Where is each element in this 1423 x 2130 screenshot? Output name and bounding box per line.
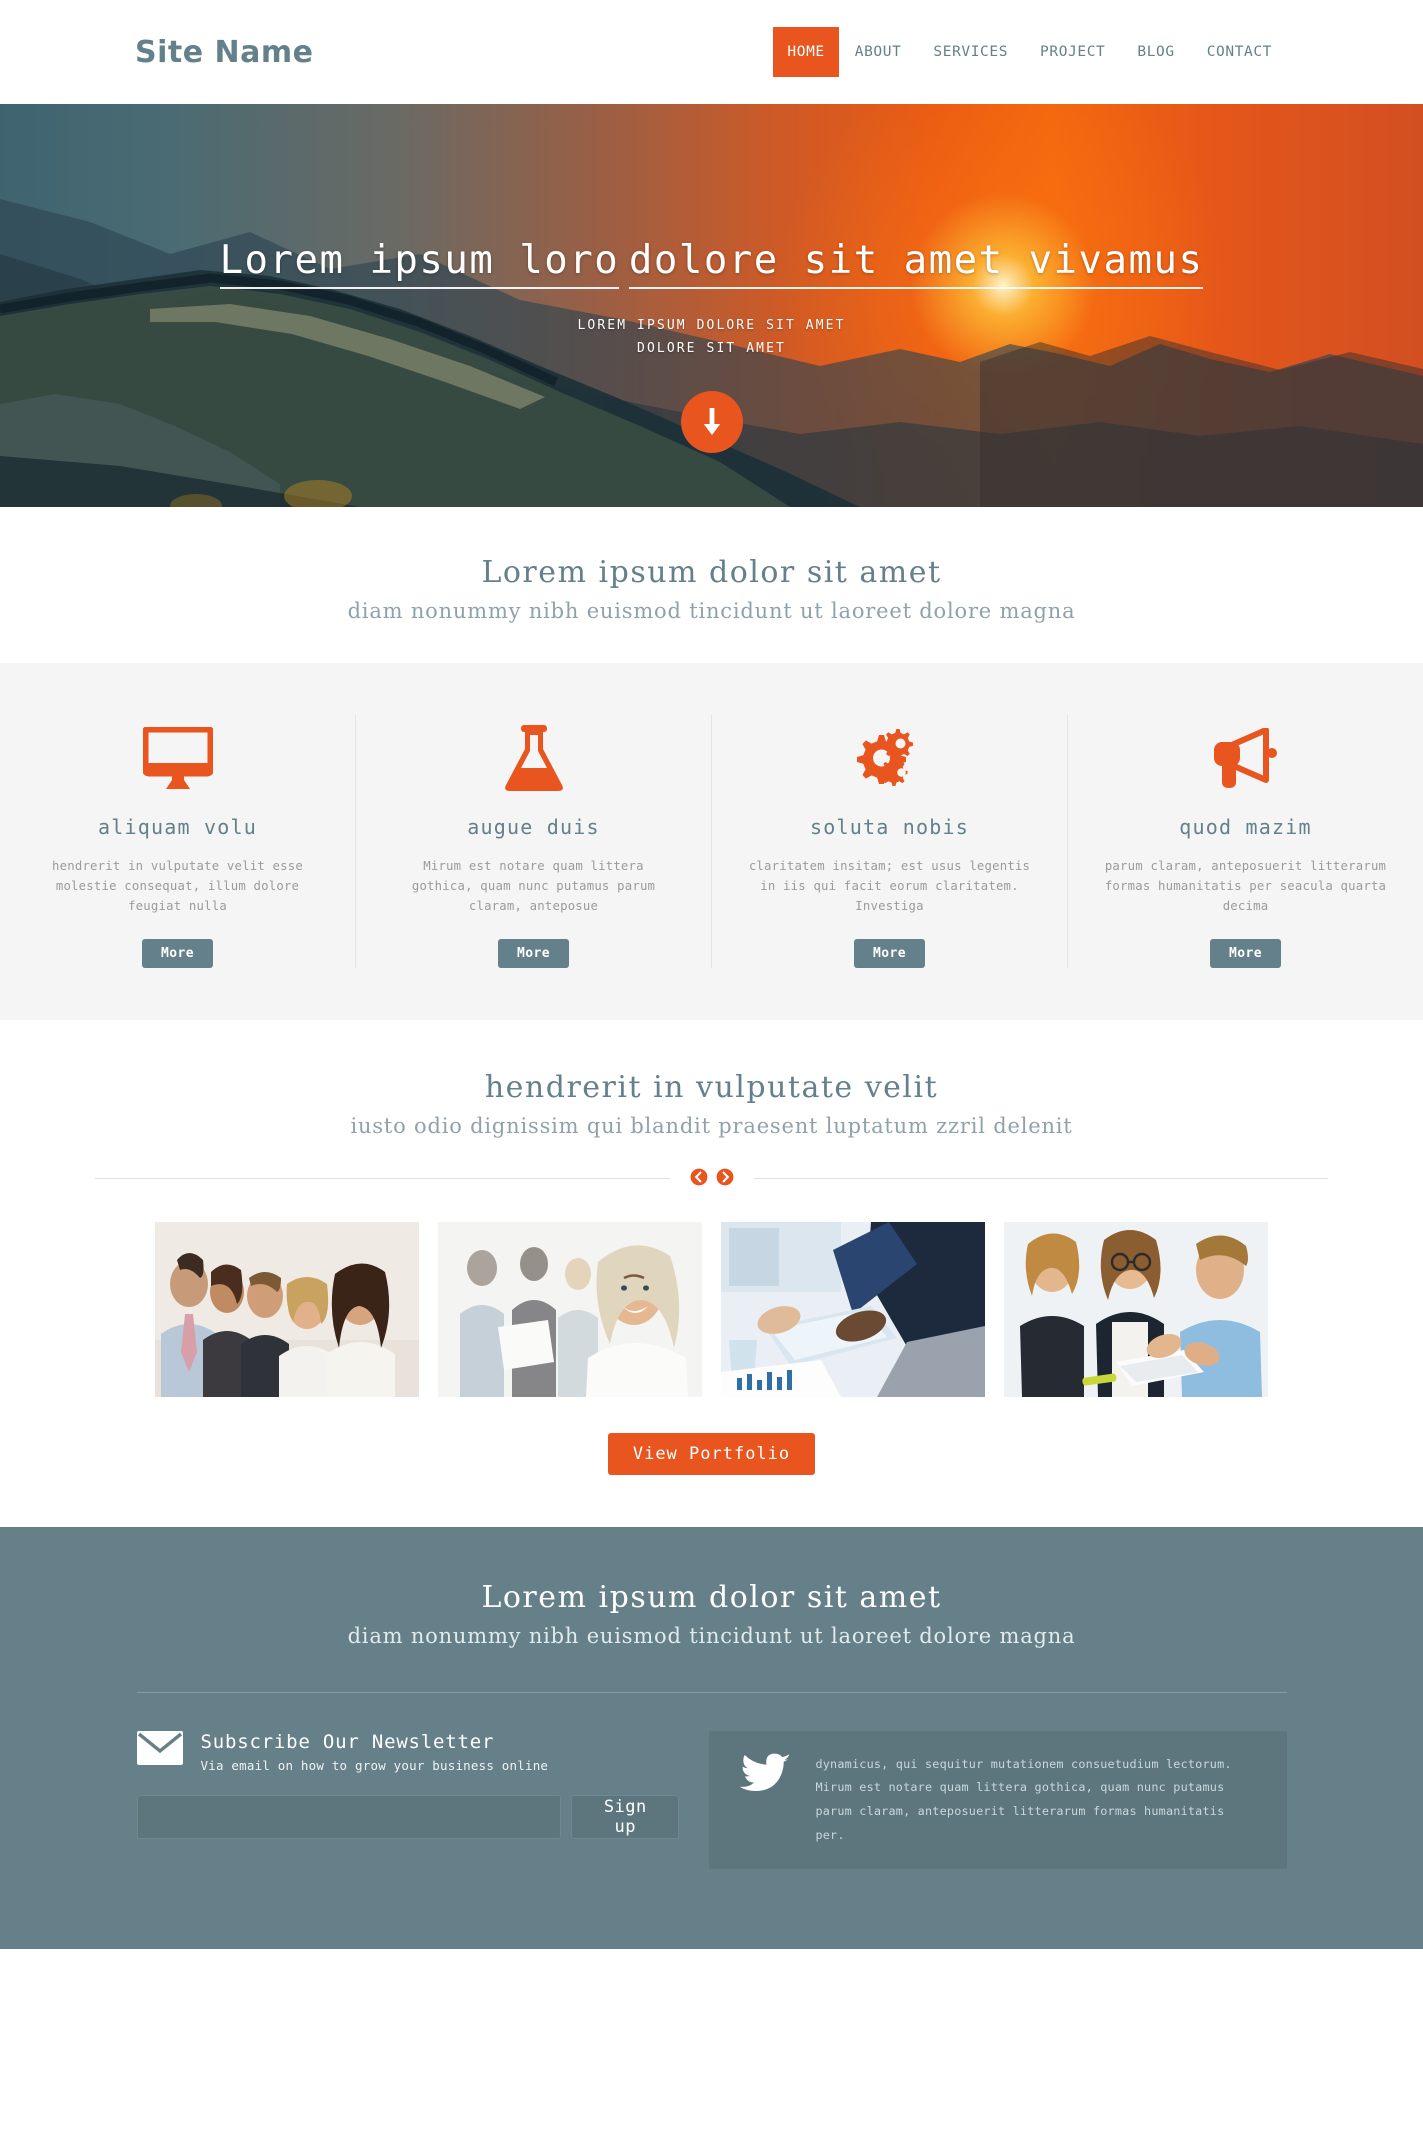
nav-item-project[interactable]: PROJECT — [1024, 36, 1121, 69]
nav-item-home[interactable]: HOME — [773, 26, 839, 78]
envelope-icon — [136, 1730, 183, 1765]
feature-more-button[interactable]: More — [142, 938, 213, 968]
flask-icon — [390, 715, 677, 801]
hero-title-line2: dolore sit amet vivamus — [628, 238, 1204, 290]
divider-left — [95, 1178, 670, 1180]
portfolio-thumb[interactable] — [155, 1221, 419, 1397]
feature-text: claritatem insitam; est usus legentis in… — [748, 859, 1031, 913]
site-footer: Lorem ipsum dolor sit amet diam nonummy … — [0, 1526, 1423, 1949]
scroll-down-button[interactable] — [680, 390, 743, 453]
feature-more-button[interactable]: More — [498, 938, 569, 968]
feature-text: Mirum est notare quam littera gothica, q… — [411, 859, 656, 913]
divider-right — [753, 1178, 1328, 1180]
feature-title: soluta nobis — [810, 815, 969, 839]
footer-title: Lorem ipsum dolor sit amet — [481, 1579, 942, 1615]
intro-section: Lorem ipsum dolor sit amet diam nonummy … — [0, 507, 1423, 663]
intro-subtitle: diam nonummy nibh euismod tincidunt ut l… — [347, 599, 1076, 623]
twitter-bird-icon[interactable] — [735, 1753, 792, 1799]
hero-subtitle-line1: LOREM IPSUM DOLORE SIT AMET — [577, 318, 846, 334]
hero-title: Lorem ipsum loro dolore sit amet vivamus — [219, 227, 1204, 290]
feature-more-button[interactable]: More — [854, 938, 925, 968]
portfolio-section: hendrerit in vulputate velit iusto odio … — [0, 1019, 1423, 1527]
features-section: aliquam volu hendrerit in vulputate veli… — [0, 663, 1423, 1020]
carousel-arrows — [670, 1168, 754, 1190]
portfolio-title: hendrerit in vulputate velit — [484, 1069, 939, 1105]
arrow-left-circle-icon[interactable] — [690, 1168, 708, 1190]
feature-title: quod mazim — [1179, 815, 1312, 839]
view-portfolio-button[interactable]: View Portfolio — [607, 1432, 816, 1475]
feature-title: augue duis — [467, 815, 600, 839]
main-navigation: HOME ABOUT SERVICES PROJECT BLOG CONTACT — [773, 0, 1288, 104]
newsletter-header: Subscribe Our Newsletter Via email on ho… — [136, 1730, 680, 1773]
newsletter-subtitle: Via email on how to grow your business o… — [200, 1757, 549, 1773]
feature-card: aliquam volu hendrerit in vulputate veli… — [0, 715, 356, 968]
newsletter-title: Subscribe Our Newsletter — [200, 1730, 495, 1753]
portfolio-thumb[interactable] — [438, 1221, 702, 1397]
footer-divider — [136, 1691, 1287, 1693]
site-header: Site Name HOME ABOUT SERVICES PROJECT BL… — [0, 0, 1423, 104]
carousel-navigation — [0, 1168, 1423, 1190]
footer-columns: Subscribe Our Newsletter Via email on ho… — [136, 1730, 1287, 1870]
feature-card: quod mazim parum claram, anteposuerit li… — [1068, 715, 1423, 968]
arrow-right-circle-icon[interactable] — [716, 1168, 734, 1190]
arrow-down-icon — [702, 407, 722, 436]
feature-card: augue duis Mirum est notare quam littera… — [356, 715, 712, 968]
nav-item-services[interactable]: SERVICES — [917, 36, 1024, 69]
hero-content: Lorem ipsum loro dolore sit amet vivamus… — [0, 104, 1423, 507]
newsletter-block: Subscribe Our Newsletter Via email on ho… — [136, 1730, 680, 1869]
footer-subtitle: diam nonummy nibh euismod tincidunt ut l… — [347, 1623, 1076, 1648]
site-logo[interactable]: Site Name — [135, 35, 313, 70]
portfolio-thumb[interactable] — [1004, 1221, 1268, 1397]
hero-subtitle-line2: DOLORE SIT AMET — [637, 340, 786, 356]
feature-more-button[interactable]: More — [1210, 938, 1281, 968]
hero-subtitle: LOREM IPSUM DOLORE SIT AMET DOLORE SIT A… — [577, 315, 845, 361]
newsletter-email-input[interactable] — [136, 1794, 562, 1839]
hero-banner: Lorem ipsum loro dolore sit amet vivamus… — [0, 104, 1423, 507]
portfolio-subtitle: iusto odio dignissim qui blandit praesen… — [350, 1113, 1073, 1138]
megaphone-icon — [1102, 715, 1389, 801]
monitor-icon — [34, 715, 321, 801]
newsletter-signup-button[interactable]: Sign up — [571, 1794, 680, 1839]
feature-card: soluta nobis claritatem insitam; est usu… — [712, 715, 1068, 968]
twitter-feed-widget: dynamicus, qui sequitur mutationem consu… — [709, 1730, 1287, 1870]
feature-text: parum claram, anteposuerit litterarum fo… — [1104, 859, 1387, 913]
feature-text: hendrerit in vulputate velit esse molest… — [52, 859, 303, 913]
hero-title-line1: Lorem ipsum loro — [219, 238, 620, 290]
portfolio-thumbnails — [0, 1221, 1423, 1397]
intro-title: Lorem ipsum dolor sit amet — [481, 555, 942, 590]
nav-item-blog[interactable]: BLOG — [1121, 36, 1190, 69]
twitter-feed-text: dynamicus, qui sequitur mutationem consu… — [815, 1756, 1232, 1842]
newsletter-form: Sign up — [136, 1794, 680, 1839]
gears-icon — [746, 715, 1033, 801]
feature-title: aliquam volu — [98, 815, 257, 839]
portfolio-thumb[interactable] — [721, 1221, 985, 1397]
nav-item-about[interactable]: ABOUT — [839, 36, 918, 69]
nav-item-contact[interactable]: CONTACT — [1191, 36, 1288, 69]
